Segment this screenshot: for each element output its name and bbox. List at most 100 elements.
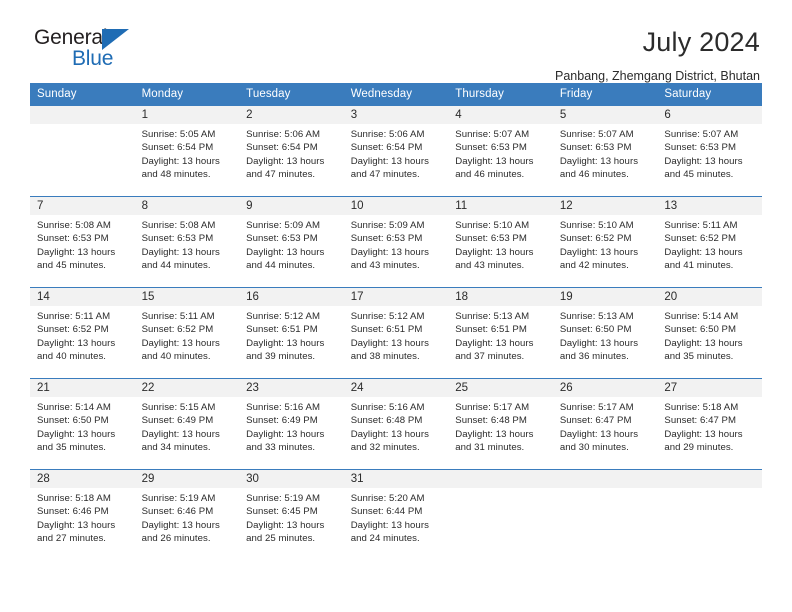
calendar-day-cell[interactable]: 11 Sunrise: 5:10 AM Sunset: 6:53 PM Dayligh…	[448, 196, 553, 288]
calendar-day-cell[interactable]: 4 Sunrise: 5:07 AM Sunset: 6:53 PM Daylight…	[448, 105, 553, 197]
day-details: Sunrise: 5:07 AM Sunset: 6:53 PM Daylight:…	[448, 124, 553, 181]
day-detail-line: Sunrise: 5:15 AM	[141, 402, 216, 413]
day-detail-line: Sunrise: 5:12 AM	[350, 311, 425, 322]
day-cell-inner: 26 Sunrise: 5:17 AM Sunset: 6:47 PM Dayligh…	[552, 379, 658, 469]
day-number: 2	[239, 106, 344, 124]
weekday-header-tuesday: Tuesday	[239, 83, 344, 106]
calendar-day-cell[interactable]: 28 Sunrise: 5:18 AM Sunset: 6:46 PM Dayligh…	[30, 469, 135, 560]
calendar-day-cell[interactable]: 13 Sunrise: 5:11 AM Sunset: 6:52 PM Dayligh…	[657, 196, 762, 288]
calendar-day-cell[interactable]: 31 Sunrise: 5:20 AM Sunset: 6:44 PM Dayligh…	[343, 469, 449, 560]
calendar-day-cell[interactable]: 15 Sunrise: 5:11 AM Sunset: 6:52 PM Dayligh…	[134, 287, 240, 379]
day-details: Sunrise: 5:08 AM Sunset: 6:53 PM Daylight:…	[30, 215, 135, 272]
day-detail-line: and 45 minutes.	[664, 168, 734, 180]
day-detail-line: Daylight: 13 hours	[141, 246, 220, 258]
day-details: Sunrise: 5:16 AM Sunset: 6:49 PM Daylight:…	[239, 397, 344, 454]
day-cell-inner: 18 Sunrise: 5:13 AM Sunset: 6:51 PM Dayligh…	[448, 288, 553, 378]
day-detail-line: Sunset: 6:48 PM	[455, 415, 527, 427]
day-detail-line: Sunrise: 5:07 AM	[664, 129, 739, 140]
day-detail-line: Sunrise: 5:05 AM	[141, 129, 216, 140]
calendar-day-cell[interactable]: 14 Sunrise: 5:11 AM Sunset: 6:52 PM Dayligh…	[30, 287, 135, 379]
day-detail-line: Sunset: 6:53 PM	[141, 233, 214, 245]
day-detail-line: and 30 minutes.	[559, 441, 629, 453]
day-number: 27	[657, 379, 762, 397]
calendar-day-cell[interactable]: 22 Sunrise: 5:15 AM Sunset: 6:49 PM Dayligh…	[134, 378, 240, 470]
day-detail-line: and 41 minutes.	[664, 259, 734, 271]
calendar-day-cell[interactable]: 9 Sunrise: 5:09 AM Sunset: 6:53 PM Daylight…	[239, 196, 344, 288]
calendar-day-cell[interactable]: 25 Sunrise: 5:17 AM Sunset: 6:48 PM Dayligh…	[448, 378, 553, 470]
page-title: July 2024	[642, 27, 760, 57]
day-number: 21	[30, 379, 135, 397]
day-cell-inner	[657, 470, 762, 560]
day-detail-line: Sunset: 6:49 PM	[246, 415, 318, 427]
day-cell-inner: 30 Sunrise: 5:19 AM Sunset: 6:45 PM Dayligh…	[239, 470, 344, 560]
day-cell-inner: 25 Sunrise: 5:17 AM Sunset: 6:48 PM Dayligh…	[448, 379, 553, 469]
day-detail-line: Daylight: 13 hours	[350, 337, 429, 349]
day-cell-inner: 11 Sunrise: 5:10 AM Sunset: 6:53 PM Dayligh…	[448, 197, 553, 287]
day-detail-line: Sunset: 6:54 PM	[350, 142, 423, 154]
weekday-header-wednesday: Wednesday	[343, 83, 449, 106]
day-detail-line: and 45 minutes.	[37, 259, 107, 271]
calendar-day-cell[interactable]: 7 Sunrise: 5:08 AM Sunset: 6:53 PM Daylight…	[30, 196, 135, 288]
calendar-day-cell[interactable]: 27 Sunrise: 5:18 AM Sunset: 6:47 PM Dayligh…	[657, 378, 762, 470]
day-detail-line: Daylight: 13 hours	[37, 246, 116, 258]
calendar-day-cell[interactable]: 18 Sunrise: 5:13 AM Sunset: 6:51 PM Dayligh…	[448, 287, 553, 379]
day-detail-line: Daylight: 13 hours	[455, 155, 534, 167]
day-detail-line: and 37 minutes.	[455, 350, 525, 362]
calendar-day-cell[interactable]: 10 Sunrise: 5:09 AM Sunset: 6:53 PM Dayligh…	[343, 196, 449, 288]
calendar-day-cell[interactable]: 21 Sunrise: 5:14 AM Sunset: 6:50 PM Dayligh…	[30, 378, 135, 470]
day-detail-line: Sunrise: 5:09 AM	[246, 220, 320, 231]
calendar-day-cell[interactable]: 16 Sunrise: 5:12 AM Sunset: 6:51 PM Dayligh…	[239, 287, 344, 379]
day-detail-line: Daylight: 13 hours	[455, 246, 534, 258]
day-detail-line: Sunrise: 5:07 AM	[455, 129, 530, 140]
day-cell-inner: 24 Sunrise: 5:16 AM Sunset: 6:48 PM Dayligh…	[343, 379, 449, 469]
day-detail-line: and 47 minutes.	[246, 168, 316, 180]
day-details: Sunrise: 5:12 AM Sunset: 6:51 PM Daylight:…	[239, 306, 344, 363]
brand-logo-text-blue: Blue	[72, 47, 114, 70]
day-detail-line: Sunrise: 5:16 AM	[350, 402, 425, 413]
calendar-day-cell[interactable]: 3 Sunrise: 5:06 AM Sunset: 6:54 PM Daylight…	[343, 105, 449, 197]
brand-logo[interactable]: General Blue	[30, 26, 230, 69]
day-detail-line: Sunset: 6:44 PM	[350, 506, 423, 518]
calendar-day-cell[interactable]: 30 Sunrise: 5:19 AM Sunset: 6:45 PM Dayligh…	[239, 469, 344, 560]
sunrise-sunset-calendar: Sunday Monday Tuesday Wednesday Thursday Frid…	[30, 83, 762, 560]
day-cell-inner: 21 Sunrise: 5:14 AM Sunset: 6:50 PM Dayligh…	[30, 379, 135, 469]
day-detail-line: Sunset: 6:54 PM	[141, 142, 214, 154]
day-detail-line: Daylight: 13 hours	[37, 428, 116, 440]
day-detail-line: and 36 minutes.	[559, 350, 629, 362]
day-detail-line: Sunset: 6:50 PM	[37, 415, 109, 427]
day-number: 6	[657, 106, 762, 124]
calendar-day-cell[interactable]: 20 Sunrise: 5:14 AM Sunset: 6:50 PM Dayligh…	[657, 287, 762, 379]
calendar-week-row: 1 Sunrise: 5:05 AM Sunset: 6:54 PM Daylight…	[30, 105, 762, 197]
calendar-day-cell[interactable]: 17 Sunrise: 5:12 AM Sunset: 6:51 PM Dayligh…	[343, 287, 449, 379]
calendar-day-cell[interactable]: 2 Sunrise: 5:06 AM Sunset: 6:54 PM Daylight…	[239, 105, 344, 197]
day-detail-line: and 35 minutes.	[37, 441, 107, 453]
day-detail-line: and 29 minutes.	[664, 441, 734, 453]
day-cell-inner: 8 Sunrise: 5:08 AM Sunset: 6:53 PM Daylight…	[134, 197, 240, 287]
day-number: 7	[30, 197, 135, 215]
day-details: Sunrise: 5:17 AM Sunset: 6:48 PM Daylight:…	[448, 397, 553, 454]
day-detail-line: Sunset: 6:47 PM	[559, 415, 632, 427]
day-detail-line: Sunrise: 5:13 AM	[559, 311, 634, 322]
day-detail-line: Daylight: 13 hours	[246, 519, 325, 531]
calendar-day-cell[interactable]: 8 Sunrise: 5:08 AM Sunset: 6:53 PM Daylight…	[134, 196, 240, 288]
calendar-day-cell[interactable]: 19 Sunrise: 5:13 AM Sunset: 6:50 PM Dayligh…	[552, 287, 658, 379]
calendar-day-cell[interactable]: 1 Sunrise: 5:05 AM Sunset: 6:54 PM Daylight…	[134, 105, 240, 197]
day-detail-line: Daylight: 13 hours	[559, 246, 639, 258]
calendar-day-cell[interactable]: 26 Sunrise: 5:17 AM Sunset: 6:47 PM Dayligh…	[552, 378, 658, 470]
day-detail-line: Sunrise: 5:11 AM	[664, 220, 738, 231]
day-detail-line: Sunrise: 5:19 AM	[141, 493, 216, 504]
day-number	[657, 470, 762, 488]
day-detail-line: and 43 minutes.	[455, 259, 525, 271]
calendar-day-cell[interactable]: 6 Sunrise: 5:07 AM Sunset: 6:53 PM Daylight…	[657, 105, 762, 197]
calendar-day-cell[interactable]: 12 Sunrise: 5:10 AM Sunset: 6:52 PM Dayligh…	[552, 196, 658, 288]
calendar-day-cell[interactable]: 5 Sunrise: 5:07 AM Sunset: 6:53 PM Daylight…	[552, 105, 658, 197]
calendar-day-cell[interactable]: 23 Sunrise: 5:16 AM Sunset: 6:49 PM Dayligh…	[239, 378, 344, 470]
day-detail-line: Sunrise: 5:16 AM	[246, 402, 320, 413]
day-number: 16	[239, 288, 344, 306]
calendar-day-cell[interactable]: 24 Sunrise: 5:16 AM Sunset: 6:48 PM Dayligh…	[343, 378, 449, 470]
day-details: Sunrise: 5:09 AM Sunset: 6:53 PM Daylight:…	[344, 215, 449, 272]
day-detail-line: Sunset: 6:51 PM	[246, 324, 318, 336]
calendar-day-cell-empty	[657, 469, 762, 560]
calendar-day-cell[interactable]: 29 Sunrise: 5:19 AM Sunset: 6:46 PM Dayligh…	[134, 469, 240, 560]
day-cell-inner: 5 Sunrise: 5:07 AM Sunset: 6:53 PM Daylight…	[552, 106, 658, 196]
